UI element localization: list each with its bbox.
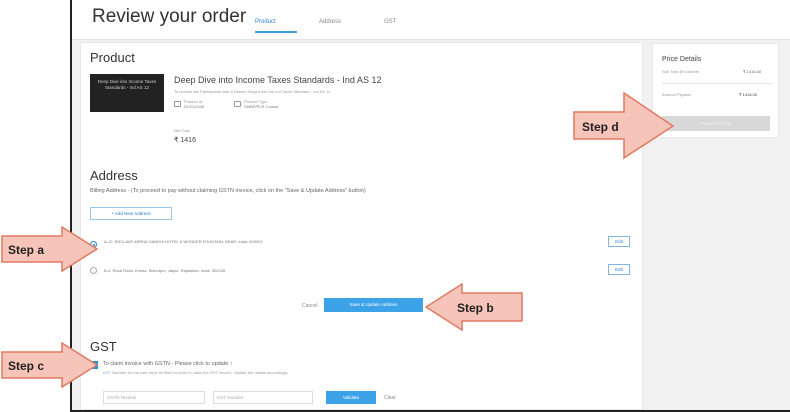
price-details-heading: Price Details xyxy=(662,56,702,63)
step-c-callout: Step c xyxy=(1,342,99,388)
product-price: ₹ 1416 xyxy=(174,137,196,144)
product-name: Deep Dive into Income Taxes Standards - … xyxy=(174,75,382,85)
amount-payable-value: ₹ 1416.00 xyxy=(739,92,758,97)
product-id-icon xyxy=(174,101,181,107)
page-title: Review your order xyxy=(92,6,247,27)
edit-address-2-button[interactable]: Edit xyxy=(608,264,630,275)
thumbnail-text: Deep Dive into Income Taxes Standards - … xyxy=(97,79,157,90)
tab-product[interactable]: Product xyxy=(255,19,276,25)
step-d-label: Step d xyxy=(582,120,619,134)
gst-checkbox-sub: GST Number for the user must be filled i… xyxy=(103,370,289,375)
product-type-icon xyxy=(234,101,241,107)
product-type-value: ONRE/PLR Course xyxy=(244,104,279,109)
subtotal-value: ₹ 1416.00 xyxy=(743,69,762,74)
address-text-1: A-12, ENCLAVE ARENA GANDHI HOTEL & WONDE… xyxy=(104,239,263,244)
step-d-callout: Step d xyxy=(573,92,675,160)
edit-address-1-button[interactable]: Edit xyxy=(608,236,630,247)
header-bar: Review your order Product Address GST xyxy=(72,0,790,40)
address-note: Billing Address - (To proceed to pay wit… xyxy=(90,188,366,194)
tab-gst[interactable]: GST xyxy=(384,19,396,25)
gst-number-input[interactable]: GST Number xyxy=(213,391,313,404)
tab-address[interactable]: Address xyxy=(319,19,341,25)
product-subtitle: To provide the Participants with a Deepe… xyxy=(174,89,331,94)
step-b-label: Step b xyxy=(457,301,494,315)
clear-link[interactable]: Clear xyxy=(384,395,396,401)
add-address-button[interactable]: + Add New Address xyxy=(90,207,172,220)
cancel-link[interactable]: Cancel xyxy=(302,303,318,309)
product-id-value: DCG12345 xyxy=(184,104,205,109)
address-option-2[interactable]: B-4, Rural Road, Kheda, Kishorpur, Jaipu… xyxy=(90,262,636,282)
address-heading: Address xyxy=(90,168,138,183)
product-thumbnail: Deep Dive into Income Taxes Standards - … xyxy=(90,74,164,112)
price-divider xyxy=(662,83,772,84)
gstn-number-input[interactable]: GSTN Number xyxy=(103,391,205,404)
address-option-1[interactable]: A-12, ENCLAVE ARENA GANDHI HOTEL & WONDE… xyxy=(90,236,636,256)
address-text-2: B-4, Rural Road, Kheda, Kishorpur, Jaipu… xyxy=(104,268,226,273)
gst-checkbox-label: To claim invoice with GSTN - Please clic… xyxy=(103,361,233,367)
active-tab-indicator xyxy=(255,31,297,33)
order-card xyxy=(80,42,643,410)
validate-button[interactable]: Validate xyxy=(326,391,376,404)
step-a-label: Step a xyxy=(8,243,44,257)
product-heading: Product xyxy=(90,50,135,65)
step-b-callout: Step b xyxy=(424,283,523,331)
subtotal-label: Sub Total (Exclusive) xyxy=(662,69,700,74)
proceed-to-pay-button[interactable]: Proceed to Pay xyxy=(662,116,770,131)
price-label: Net Cost xyxy=(174,128,190,133)
step-a-callout: Step a xyxy=(1,226,99,272)
step-c-label: Step c xyxy=(8,359,44,373)
save-update-address-button[interactable]: Save & Update Address xyxy=(324,298,423,312)
